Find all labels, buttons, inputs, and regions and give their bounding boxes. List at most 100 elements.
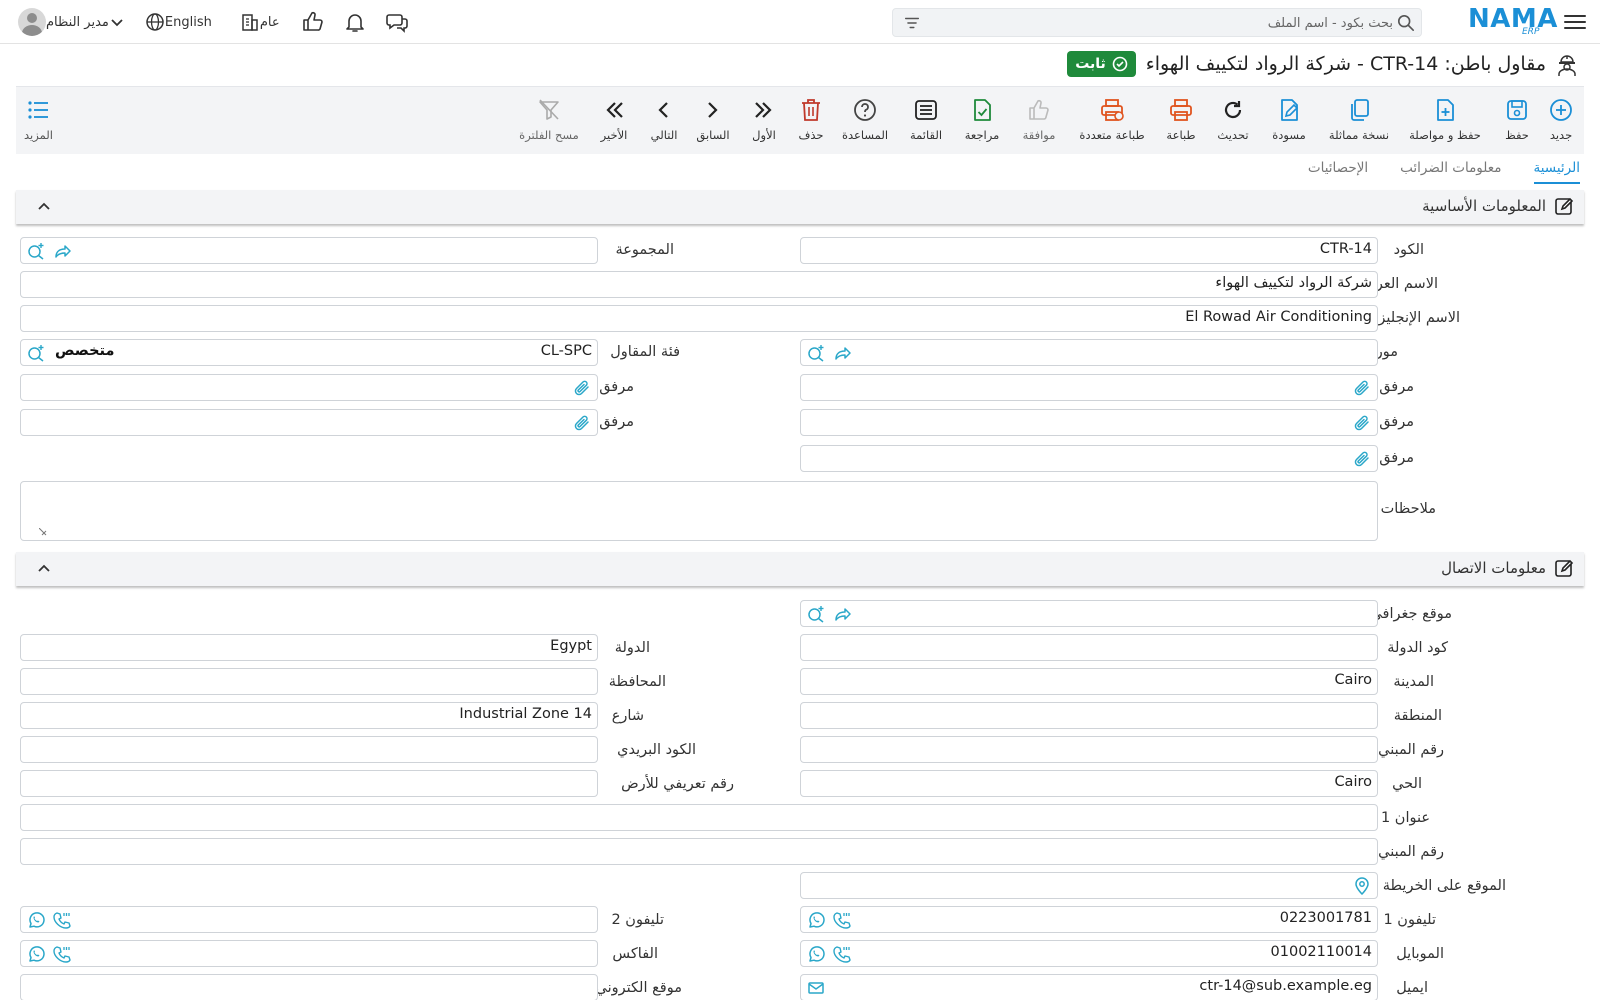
delete-button[interactable]: حذف (790, 87, 832, 155)
paperclip-icon[interactable] (1353, 379, 1371, 397)
phone-call-icon[interactable] (53, 911, 71, 929)
share-arrow-icon[interactable] (53, 242, 71, 260)
last-button[interactable]: الأخير (588, 87, 640, 155)
branch-selector[interactable]: عام (236, 12, 280, 32)
paperclip-icon[interactable] (573, 414, 591, 432)
group-field[interactable] (20, 237, 598, 264)
phone-call-icon[interactable] (833, 945, 851, 963)
more-button[interactable]: المزيد (24, 97, 53, 142)
tab-statistics[interactable]: الإحصائيات (1308, 160, 1368, 184)
attachment4-field[interactable] (20, 409, 598, 436)
whatsapp-icon[interactable] (807, 945, 825, 963)
help-button[interactable]: المساعدة (832, 87, 898, 155)
search-add-icon[interactable] (27, 344, 45, 362)
tab-main[interactable]: الرئيسية (1533, 160, 1580, 184)
search-input[interactable] (943, 12, 1393, 34)
phone2-field[interactable] (20, 906, 598, 933)
thumbs-up-icon[interactable] (296, 5, 330, 39)
duplicate-button[interactable]: نسخة مماثلة (1318, 87, 1400, 155)
email-field[interactable]: ctr-14@sub.example.eg (800, 974, 1378, 1000)
search-add-icon[interactable] (27, 242, 45, 260)
website-field[interactable] (20, 974, 598, 1000)
contact-info-section-header[interactable]: معلومات الاتصال (16, 552, 1584, 586)
paperclip-icon[interactable] (1353, 450, 1371, 468)
attachment5-field[interactable] (800, 445, 1378, 472)
land-id-field[interactable] (20, 770, 598, 797)
arabic-name-field[interactable]: شركة الرواد لتكييف الهواء (20, 271, 1378, 298)
save-label: حفظ (1505, 128, 1529, 142)
whatsapp-icon[interactable] (807, 911, 825, 929)
region-label: المنطقة (1393, 708, 1442, 724)
chevron-up-icon[interactable] (36, 561, 52, 577)
contractor-category-field[interactable]: CL-SPC متخصص (20, 339, 598, 366)
search-add-icon[interactable] (807, 605, 825, 623)
contact-info-title: معلومات الاتصال (1441, 558, 1574, 578)
address1-field[interactable] (20, 804, 1378, 831)
postal-code-field[interactable] (20, 736, 598, 763)
save-button[interactable]: حفظ (1490, 87, 1544, 155)
language-switch[interactable]: English (141, 12, 212, 32)
print-button[interactable]: طباعة (1156, 87, 1206, 155)
new-button[interactable]: جديد (1544, 87, 1578, 155)
clear-filter-button[interactable]: مسح الفلترة (510, 87, 588, 155)
save-continue-icon (1437, 99, 1454, 121)
bell-icon[interactable] (338, 5, 372, 39)
country-field[interactable]: Egypt (20, 634, 598, 661)
share-arrow-icon[interactable] (833, 344, 851, 362)
share-arrow-icon[interactable] (833, 605, 851, 623)
paperclip-icon[interactable] (1353, 414, 1371, 432)
save-continue-button[interactable]: حفظ و مواصلة (1400, 87, 1490, 155)
envelope-icon[interactable] (807, 979, 825, 997)
attachment1-field[interactable] (800, 374, 1378, 401)
top-bar: NAMA ERP عام English مدير النظام (0, 0, 1600, 44)
building-number-field[interactable] (800, 736, 1378, 763)
search-icon[interactable] (1397, 14, 1415, 32)
mobile-field[interactable]: 01002110014 (800, 940, 1378, 967)
english-name-field[interactable]: El Rowad Air Conditioning (20, 305, 1378, 332)
whatsapp-icon[interactable] (27, 911, 45, 929)
phone-call-icon[interactable] (53, 945, 71, 963)
phone1-field[interactable]: 0223001781 (800, 906, 1378, 933)
city-field[interactable]: Cairo (800, 668, 1378, 695)
building-number2-field[interactable] (20, 838, 1378, 865)
chevron-up-icon[interactable] (36, 199, 52, 215)
search-add-icon[interactable] (807, 344, 825, 362)
whatsapp-icon[interactable] (27, 945, 45, 963)
hamburger-menu-icon[interactable] (1564, 11, 1586, 33)
street-field[interactable]: Industrial Zone 14 (20, 702, 598, 729)
app-logo[interactable]: NAMA ERP (1468, 4, 1557, 38)
fax-field[interactable] (20, 940, 598, 967)
filter-lines-icon[interactable] (903, 14, 921, 32)
draft-button[interactable]: مسودة (1260, 87, 1318, 155)
help-icon (854, 99, 876, 121)
multi-print-button[interactable]: طباعة متعددة (1068, 87, 1156, 155)
supplier-field[interactable] (800, 339, 1378, 366)
basic-info-section-header[interactable]: المعلومات الأساسية (16, 190, 1584, 224)
country-code-field[interactable] (800, 634, 1378, 661)
previous-button[interactable]: السابق (688, 87, 738, 155)
governorate-field[interactable] (20, 668, 598, 695)
first-label: الأول (752, 128, 776, 142)
attachment2-field[interactable] (20, 374, 598, 401)
user-menu[interactable]: مدير النظام (10, 8, 129, 36)
next-button[interactable]: التالي (640, 87, 688, 155)
review-button[interactable]: مراجعة (954, 87, 1010, 155)
geo-location-field[interactable] (800, 600, 1378, 627)
resize-handle-icon[interactable] (39, 528, 47, 536)
region-field[interactable] (800, 702, 1378, 729)
paperclip-icon[interactable] (573, 379, 591, 397)
phone2-label: تليفون 2 (611, 912, 664, 928)
approve-button[interactable]: موافقة (1010, 87, 1068, 155)
attachment3-field[interactable] (800, 409, 1378, 436)
map-location-field[interactable] (800, 872, 1378, 899)
district-field[interactable]: Cairo (800, 770, 1378, 797)
first-button[interactable]: الأول (738, 87, 790, 155)
map-pin-icon[interactable] (1353, 877, 1371, 895)
tab-tax-info[interactable]: معلومات الضرائب (1400, 160, 1501, 184)
phone-call-icon[interactable] (833, 911, 851, 929)
list-button[interactable]: القائمة (898, 87, 954, 155)
notes-textarea[interactable] (20, 481, 1378, 541)
refresh-button[interactable]: تحديث (1206, 87, 1260, 155)
code-field[interactable]: CTR-14 (800, 237, 1378, 264)
chat-icon[interactable] (380, 5, 414, 39)
